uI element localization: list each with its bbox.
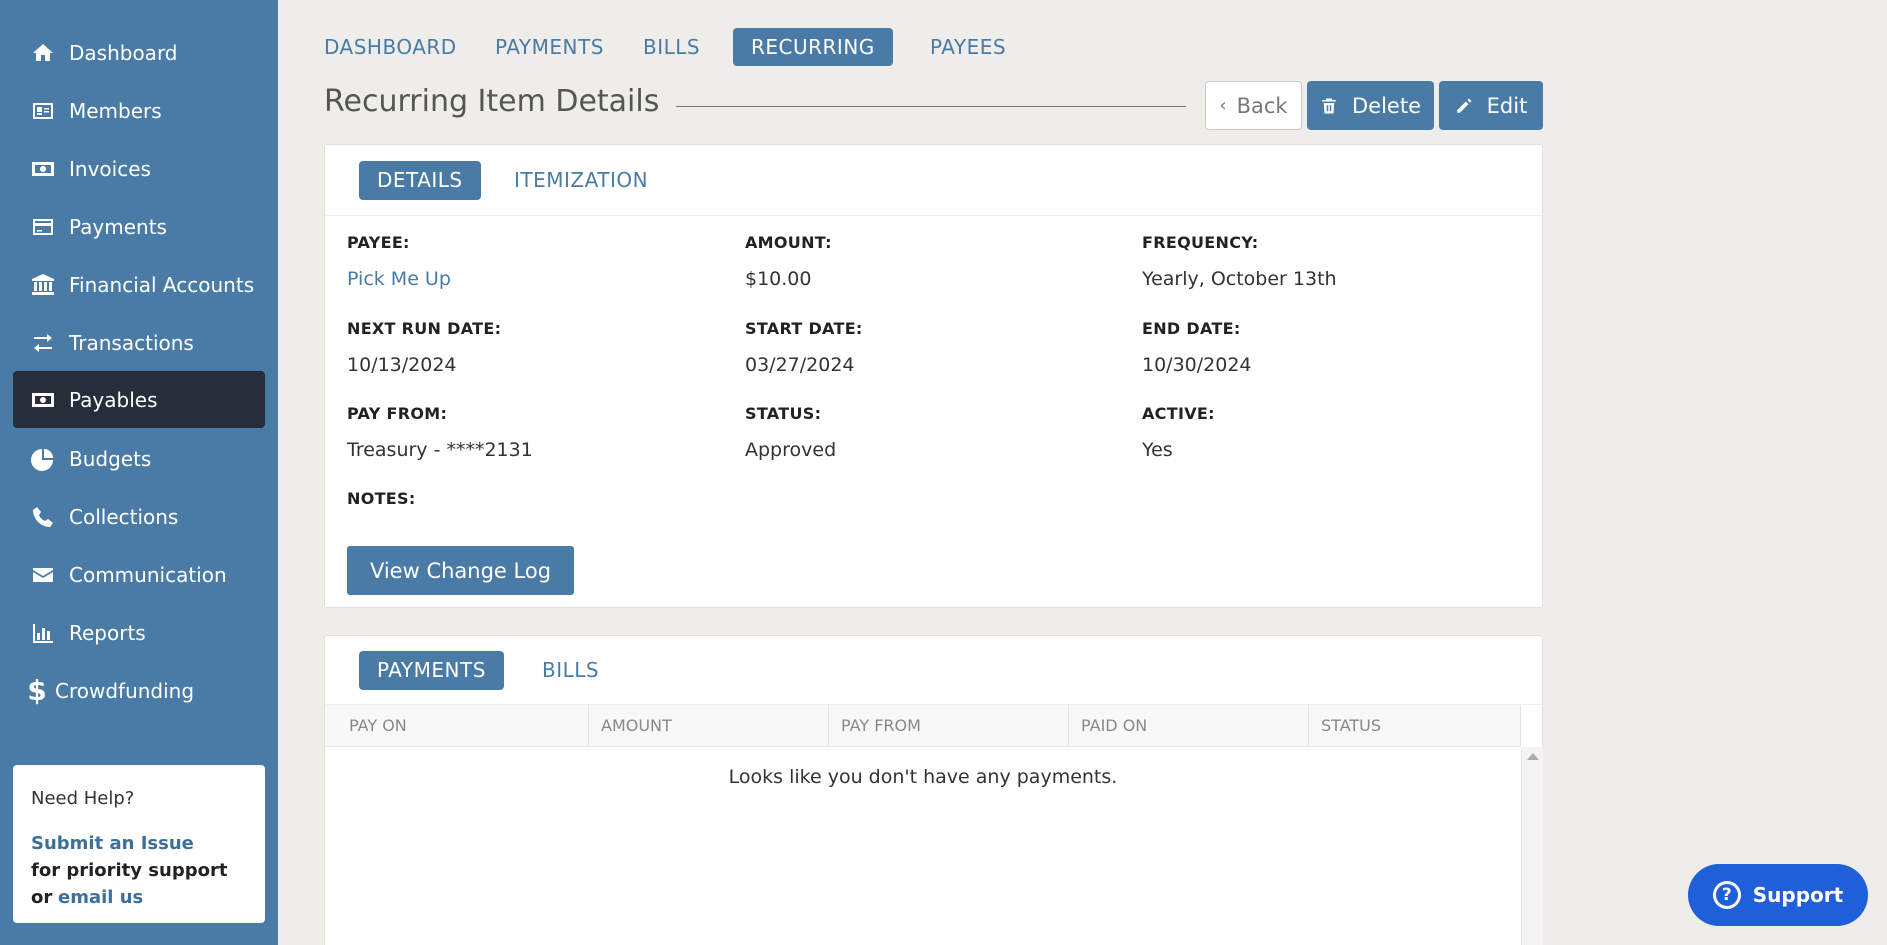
active-label: ACTIVE:	[1142, 404, 1215, 423]
priority-support-text: for priority support	[31, 860, 228, 881]
phone-icon	[27, 503, 59, 531]
end-date-label: END DATE:	[1142, 319, 1241, 338]
amount-label: AMOUNT:	[745, 233, 832, 252]
or-text: or	[31, 887, 53, 908]
sidebar-item-invoices[interactable]: Invoices	[13, 140, 265, 197]
sidebar-item-label: Invoices	[69, 156, 151, 181]
details-card: DETAILS ITEMIZATION PAYEE: Pick Me Up AM…	[324, 144, 1543, 608]
table-scrollbar[interactable]	[1521, 747, 1543, 945]
sidebar-item-label: Collections	[69, 504, 179, 529]
column-amount[interactable]: AMOUNT	[589, 705, 829, 747]
tab-payments-list[interactable]: PAYMENTS	[359, 651, 504, 690]
active-value: Yes	[1142, 439, 1173, 461]
tab-dashboard[interactable]: DASHBOARD	[324, 28, 457, 66]
sidebar-item-label: Payments	[69, 214, 167, 239]
payments-card: PAYMENTS BILLS PAY ON AMOUNT PAY FROM PA…	[324, 635, 1543, 945]
empty-payments-message: Looks like you don't have any payments.	[728, 766, 1118, 788]
sidebar-item-budgets[interactable]: Budgets	[13, 430, 265, 487]
column-paid-on[interactable]: PAID ON	[1069, 705, 1309, 747]
question-icon: ?	[1712, 881, 1741, 909]
back-button[interactable]: ‹ Back	[1205, 81, 1302, 130]
delete-button[interactable]: Delete	[1307, 81, 1434, 130]
support-button[interactable]: ? Support	[1688, 864, 1868, 926]
sidebar-item-crowdfunding[interactable]: $ Crowdfunding	[13, 662, 265, 719]
end-date-value: 10/30/2024	[1142, 354, 1252, 376]
pie-chart-icon	[27, 445, 59, 473]
edit-button-label: Edit	[1486, 93, 1528, 118]
title-divider	[676, 106, 1186, 107]
sidebar-item-communication[interactable]: Communication	[13, 546, 265, 603]
column-pay-from[interactable]: PAY FROM	[829, 705, 1069, 747]
sidebar-item-label: Communication	[69, 562, 227, 587]
status-label: STATUS:	[745, 404, 822, 423]
frequency-label: FREQUENCY:	[1142, 233, 1259, 252]
tab-bills-list[interactable]: BILLS	[542, 651, 599, 690]
sidebar-item-label: Financial Accounts	[69, 272, 255, 297]
home-icon	[27, 39, 59, 67]
start-date-value: 03/27/2024	[745, 354, 855, 376]
scroll-up-arrow-icon[interactable]	[1527, 753, 1539, 760]
amount-value: $10.00	[745, 268, 812, 290]
money-icon	[27, 386, 59, 414]
sidebar-item-label: Crowdfunding	[55, 678, 195, 703]
sidebar-item-label: Reports	[69, 620, 146, 645]
pay-from-label: PAY FROM:	[347, 404, 448, 423]
next-run-date-value: 10/13/2024	[347, 354, 457, 376]
chevron-left-icon: ‹	[1219, 95, 1227, 116]
view-change-log-button[interactable]: View Change Log	[347, 546, 574, 595]
pay-from-value: Treasury - ****2131	[347, 439, 533, 461]
details-card-tabs: DETAILS ITEMIZATION	[325, 145, 1542, 216]
sidebar-item-label: Payables	[69, 387, 158, 412]
sidebar-item-collections[interactable]: Collections	[13, 488, 265, 545]
sidebar-item-label: Dashboard	[69, 40, 178, 65]
money-icon	[27, 155, 59, 183]
bar-chart-icon	[27, 619, 59, 647]
exchange-icon	[27, 329, 59, 357]
sidebar-item-transactions[interactable]: Transactions	[13, 314, 265, 371]
next-run-date-label: NEXT RUN DATE:	[347, 319, 502, 338]
status-value: Approved	[745, 439, 837, 461]
sidebar-item-reports[interactable]: Reports	[13, 604, 265, 661]
payments-table-header: PAY ON AMOUNT PAY FROM PAID ON STATUS	[325, 705, 1521, 747]
sidebar-item-dashboard[interactable]: Dashboard	[13, 24, 265, 81]
trash-icon	[1322, 98, 1336, 113]
payments-card-tabs: PAYMENTS BILLS	[325, 636, 1542, 705]
tab-payments[interactable]: PAYMENTS	[495, 28, 604, 66]
tab-itemization[interactable]: ITEMIZATION	[514, 161, 648, 200]
sidebar-item-payments[interactable]: Payments	[13, 198, 265, 255]
payee-label: PAYEE:	[347, 233, 410, 252]
submit-issue-link[interactable]: Submit an Issue	[31, 833, 194, 854]
tab-details[interactable]: DETAILS	[359, 161, 481, 200]
help-title: Need Help?	[31, 788, 135, 809]
pencil-icon	[1456, 98, 1472, 113]
envelope-icon	[27, 561, 59, 589]
dollar-icon: $	[27, 674, 47, 707]
page-title: Recurring Item Details	[324, 84, 660, 119]
credit-card-icon	[27, 213, 59, 241]
sidebar-item-label: Members	[69, 98, 162, 123]
sidebar: Dashboard Members Invoices Payments Fina…	[0, 0, 278, 945]
column-pay-on[interactable]: PAY ON	[349, 705, 589, 747]
frequency-value: Yearly, October 13th	[1142, 268, 1337, 290]
email-us-link[interactable]: email us	[58, 887, 143, 908]
bank-icon	[27, 271, 59, 299]
column-status[interactable]: STATUS	[1309, 705, 1521, 747]
sidebar-item-financial-accounts[interactable]: Financial Accounts	[13, 256, 265, 313]
tab-bills[interactable]: BILLS	[643, 28, 700, 66]
edit-button[interactable]: Edit	[1439, 81, 1543, 130]
sidebar-item-label: Transactions	[69, 330, 194, 355]
sidebar-item-members[interactable]: Members	[13, 82, 265, 139]
notes-label: NOTES:	[347, 489, 416, 508]
support-button-label: Support	[1752, 883, 1844, 907]
sidebar-item-payables[interactable]: Payables	[13, 371, 265, 428]
tab-payees[interactable]: PAYEES	[930, 28, 1006, 66]
sidebar-item-label: Budgets	[69, 446, 152, 471]
tab-recurring[interactable]: RECURRING	[733, 28, 893, 66]
payee-link[interactable]: Pick Me Up	[347, 268, 451, 290]
start-date-label: START DATE:	[745, 319, 863, 338]
back-button-label: Back	[1236, 93, 1288, 118]
help-box: Need Help? Submit an Issue for priority …	[13, 765, 265, 923]
delete-button-label: Delete	[1352, 93, 1421, 118]
member-card-icon	[27, 97, 59, 125]
